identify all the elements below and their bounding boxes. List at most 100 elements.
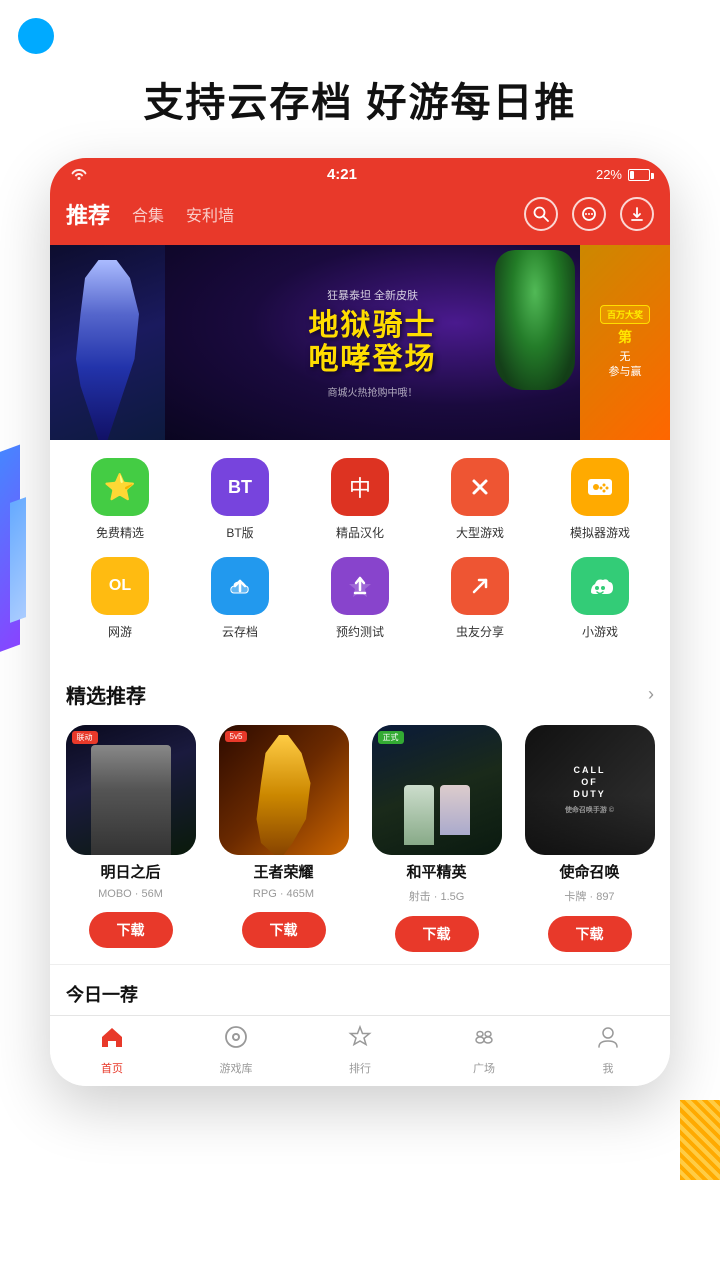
- category-hanhua[interactable]: 中 精品汉化: [310, 458, 410, 541]
- category-share-label: 虫友分享: [456, 623, 504, 640]
- header-tabs: 推荐 合集 安利墙: [66, 198, 234, 230]
- nav-plaza-label: 广场: [473, 1060, 495, 1076]
- bottom-nav: 首页 游戏库 排行: [50, 1015, 670, 1086]
- category-free[interactable]: ⭐ 免费精选: [70, 458, 170, 541]
- game-card-shiming[interactable]: CALLOFDUTY 使命召唤手游 © 使命召唤 卡牌 · 897 下载: [517, 725, 662, 964]
- library-icon: [223, 1024, 249, 1057]
- bottom-section-preview: 今日一荐: [50, 964, 670, 1015]
- status-left: [70, 166, 88, 183]
- category-mini-icon: [571, 557, 629, 615]
- category-emulator[interactable]: 模拟器游戏: [550, 458, 650, 541]
- heping-badge: 正式: [378, 731, 404, 744]
- category-reservation-icon: [331, 557, 389, 615]
- game-name-wangzhe: 王者荣耀: [253, 861, 313, 882]
- phone-mockup: 4:21 22% 推荐 合集 安利墙: [50, 158, 670, 1086]
- search-button[interactable]: [524, 197, 558, 231]
- tab-recommend[interactable]: 推荐: [66, 198, 110, 230]
- category-online-icon: OL: [91, 557, 149, 615]
- category-cloud-icon: [211, 557, 269, 615]
- category-mini[interactable]: 小游戏: [550, 557, 650, 640]
- banner-desc: 商城火热抢购中哦！: [309, 384, 437, 399]
- banner-left: [50, 245, 165, 440]
- category-cloud-label: 云存档: [222, 623, 258, 640]
- category-free-label: 免费精选: [96, 524, 144, 541]
- game-card-wangzhe[interactable]: 5v5 王者荣耀 RPG · 465M 下载: [211, 725, 356, 964]
- app-container: 支持云存档 好游每日推 4:21 22% 推荐: [0, 0, 720, 1280]
- featured-header: 精选推荐 ›: [50, 666, 670, 717]
- category-hanhua-label: 精品汉化: [336, 524, 384, 541]
- header-icons: [524, 197, 654, 231]
- nav-home-label: 首页: [101, 1060, 123, 1076]
- battery-icon: [628, 169, 650, 181]
- banner-subtitle: 狂暴泰坦 全新皮肤: [309, 287, 437, 303]
- banner-area[interactable]: 狂暴泰坦 全新皮肤 地狱骑士咆哮登场 商城火热抢购中哦！ 百万大奖 第 无参与赢: [50, 245, 670, 440]
- game-thumb-heping: 正式: [372, 725, 502, 855]
- banner-right: 百万大奖 第 无参与赢: [580, 245, 670, 440]
- featured-more[interactable]: ›: [648, 684, 654, 705]
- download-shiming[interactable]: 下载: [548, 916, 632, 952]
- category-row-2: OL 网游 云存档: [60, 557, 660, 640]
- category-bt[interactable]: BT BT版: [190, 458, 290, 541]
- category-online-label: 网游: [108, 623, 132, 640]
- nav-plaza[interactable]: 广场: [454, 1024, 514, 1076]
- category-emulator-label: 模拟器游戏: [570, 524, 630, 541]
- header: 推荐 合集 安利墙: [50, 191, 670, 245]
- category-share[interactable]: 虫友分享: [430, 557, 530, 640]
- mingri-badge: 联动: [72, 731, 98, 744]
- category-hanhua-icon: 中: [331, 458, 389, 516]
- category-bt-label: BT版: [226, 524, 253, 541]
- game-thumb-shiming: CALLOFDUTY 使命召唤手游 ©: [525, 725, 655, 855]
- plaza-icon: [471, 1024, 497, 1057]
- chat-button[interactable]: [572, 197, 606, 231]
- ranking-icon: [347, 1024, 373, 1057]
- nav-me[interactable]: 我: [578, 1024, 638, 1076]
- category-online[interactable]: OL 网游: [70, 557, 170, 640]
- game-cards: 联动 明日之后 MOBO · 56M 下载 5v5: [50, 717, 670, 964]
- orange-stripe-decoration: [680, 1100, 720, 1180]
- banner-title: 地狱骑士咆哮登场: [309, 309, 437, 378]
- tab-wall[interactable]: 安利墙: [186, 202, 234, 226]
- wangzhe-badge: 5v5: [225, 731, 248, 742]
- download-button[interactable]: [620, 197, 654, 231]
- category-reservation[interactable]: 预约测试: [310, 557, 410, 640]
- blue-dot-decoration: [18, 18, 54, 54]
- me-icon: [595, 1024, 621, 1057]
- game-card-heping[interactable]: 正式 和平精英 射击 · 1.5G 下载: [364, 725, 509, 964]
- category-row-1: ⭐ 免费精选 BT BT版 中 精品汉化: [60, 458, 660, 541]
- game-meta-wangzhe: RPG · 465M: [253, 888, 314, 900]
- nav-ranking[interactable]: 排行: [330, 1024, 390, 1076]
- category-free-icon: ⭐: [91, 458, 149, 516]
- nav-me-label: 我: [603, 1060, 614, 1076]
- category-emulator-icon: [571, 458, 629, 516]
- banner-main-content: 狂暴泰坦 全新皮肤 地狱骑士咆哮登场 商城火热抢购中哦！: [309, 287, 437, 399]
- featured-title: 精选推荐: [66, 680, 146, 709]
- game-meta-mingri: MOBO · 56M: [98, 888, 163, 900]
- download-heping[interactable]: 下载: [395, 916, 479, 952]
- category-large[interactable]: 大型游戏: [430, 458, 530, 541]
- game-thumb-wangzhe: 5v5: [219, 725, 349, 855]
- category-share-icon: [451, 557, 509, 615]
- category-cloud[interactable]: 云存档: [190, 557, 290, 640]
- tab-collection[interactable]: 合集: [132, 202, 164, 226]
- battery-text: 22%: [596, 167, 622, 182]
- banner-right-bottom: 无参与赢: [609, 350, 642, 381]
- home-icon: [99, 1024, 125, 1057]
- category-large-icon: [451, 458, 509, 516]
- nav-home[interactable]: 首页: [82, 1024, 142, 1076]
- app-tagline: 支持云存档 好游每日推: [0, 0, 720, 158]
- banner-main: 狂暴泰坦 全新皮肤 地狱骑士咆哮登场 商城火热抢购中哦！: [165, 245, 580, 440]
- game-meta-heping: 射击 · 1.5G: [409, 888, 465, 904]
- wifi-icon: [70, 166, 88, 183]
- status-bar: 4:21 22%: [50, 158, 670, 191]
- game-thumb-mingri: 联动: [66, 725, 196, 855]
- banner-right-text: 第: [618, 328, 632, 346]
- game-name-shiming: 使命召唤: [559, 861, 619, 882]
- category-mini-label: 小游戏: [582, 623, 618, 640]
- nav-library[interactable]: 游戏库: [206, 1024, 266, 1076]
- banner-right-badge: 百万大奖: [600, 305, 650, 324]
- nav-ranking-label: 排行: [349, 1060, 371, 1076]
- download-mingri[interactable]: 下载: [89, 912, 173, 948]
- game-card-mingri[interactable]: 联动 明日之后 MOBO · 56M 下载: [58, 725, 203, 964]
- download-wangzhe[interactable]: 下载: [242, 912, 326, 948]
- category-large-label: 大型游戏: [456, 524, 504, 541]
